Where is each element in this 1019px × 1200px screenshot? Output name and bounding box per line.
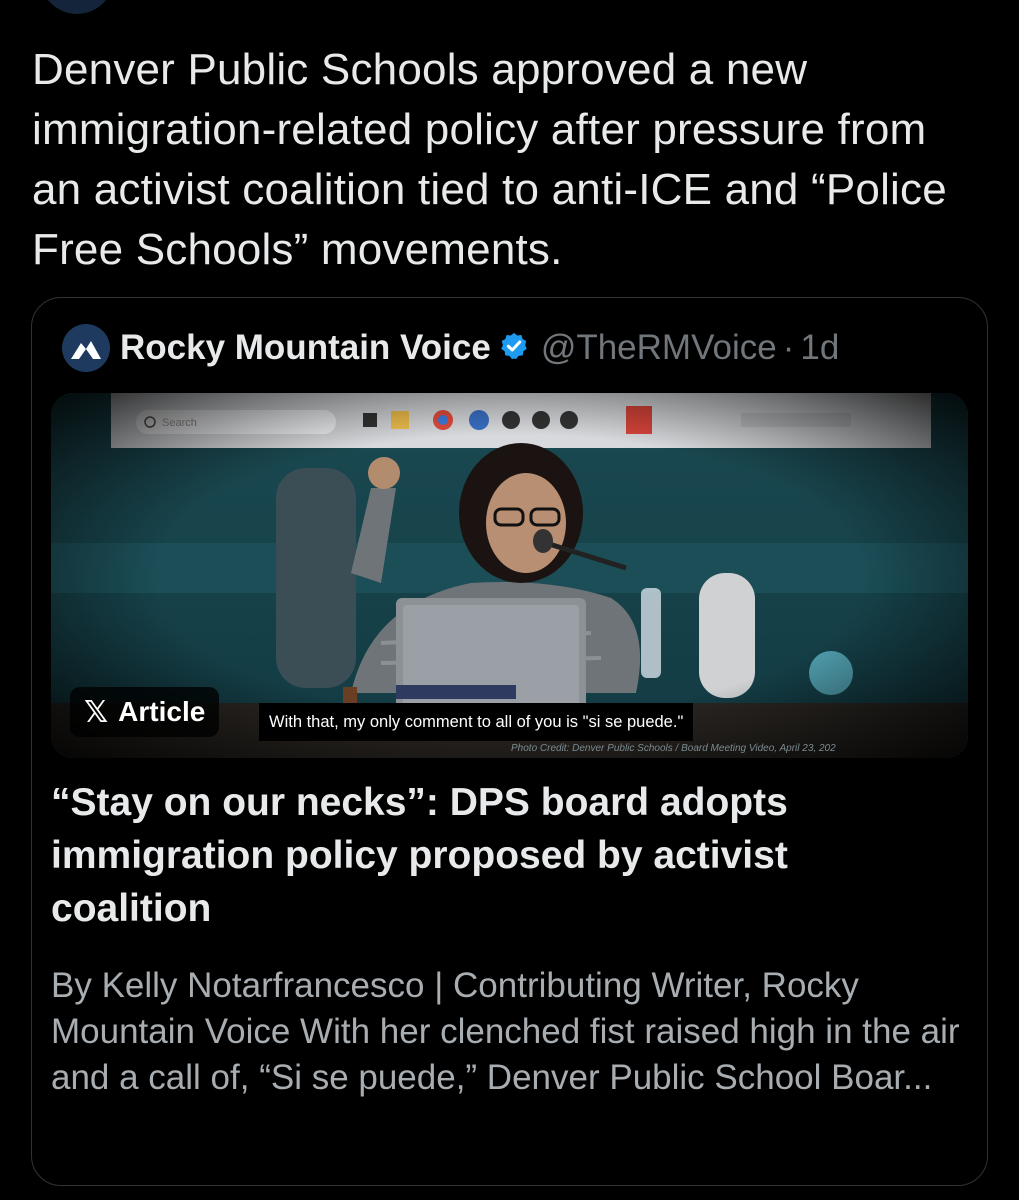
quoted-post-card[interactable]: Rocky Mountain Voice @TheRMVoice · 1d Se… xyxy=(31,297,988,1186)
photo-credit: Photo Credit: Denver Public Schools / Bo… xyxy=(511,743,836,754)
verified-badge-icon xyxy=(499,331,541,366)
article-badge: 𝕏 Article xyxy=(70,687,220,737)
x-logo-icon: 𝕏 xyxy=(84,694,109,730)
mountain-logo-icon[interactable] xyxy=(62,324,110,372)
author-handle[interactable]: @TheRMVoice xyxy=(541,328,777,368)
article-badge-label: Article xyxy=(118,696,206,727)
author-name[interactable]: Rocky Mountain Voice xyxy=(120,328,491,368)
video-caption: With that, my only comment to all of you… xyxy=(259,703,694,741)
tweet-text: Denver Public Schools approved a new imm… xyxy=(32,45,947,274)
quoted-post-header: Rocky Mountain Voice @TheRMVoice · 1d xyxy=(62,324,839,372)
separator-dot: · xyxy=(782,328,795,367)
avatar[interactable] xyxy=(40,0,114,14)
article-title[interactable]: “Stay on our necks”: DPS board adopts im… xyxy=(51,776,951,935)
article-description: By Kelly Notarfrancesco | Contributing W… xyxy=(51,966,960,1097)
post-timestamp[interactable]: 1d xyxy=(800,328,839,368)
taskbar-search-text: Search xyxy=(162,417,197,429)
article-image[interactable]: Search 𝕏 Article With that, my only comm… xyxy=(51,393,968,758)
